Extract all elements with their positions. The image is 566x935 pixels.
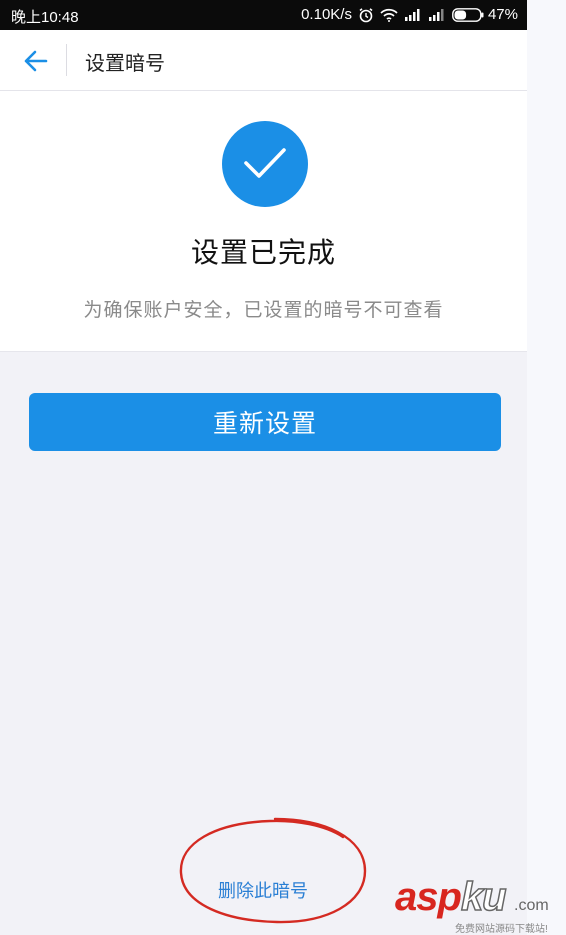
status-right: 0.10K/s 47% — [301, 6, 518, 23]
watermark-tagline: 免费网站源码下载站! — [455, 924, 548, 935]
wifi-icon — [380, 8, 398, 22]
annotation-circle — [179, 817, 367, 924]
checkmark-icon — [244, 148, 286, 178]
back-button[interactable] — [18, 46, 52, 76]
watermark-domain: .com — [514, 897, 549, 914]
alarm-icon — [358, 7, 374, 23]
phone-screen: 晚上10:48 0.10K/s 47% 设置暗号 设置已完成 为确保账户安全，已… — [0, 0, 527, 935]
result-hint: 为确保账户安全，已设置的暗号不可查看 — [83, 300, 444, 321]
battery-icon — [452, 7, 484, 22]
arrow-left-icon — [24, 50, 48, 72]
page-title: 设置暗号 — [85, 53, 165, 75]
result-title: 设置已完成 — [190, 237, 336, 268]
watermark-logo: aspku .com 免费网站源码下载站! — [392, 874, 562, 935]
net-speed: 0.10K/s — [301, 6, 352, 23]
battery-percent: 47% — [487, 6, 518, 23]
navbar-divider — [66, 44, 67, 76]
delete-area: 删除此暗号 — [175, 815, 375, 927]
battery-indicator: 47% — [452, 6, 518, 23]
signal-icon — [404, 8, 422, 21]
watermark-brand: aspku — [395, 874, 507, 920]
navbar: 设置暗号 — [0, 30, 527, 91]
status-time: 晚上10:48 — [11, 9, 79, 26]
status-bar: 晚上10:48 0.10K/s 47% — [0, 0, 527, 30]
signal-icon — [428, 8, 446, 21]
reset-button[interactable]: 重新设置 — [29, 393, 501, 451]
success-badge — [222, 121, 308, 207]
result-card: 设置已完成 为确保账户安全，已设置的暗号不可查看 — [0, 91, 527, 352]
delete-code-link[interactable]: 删除此暗号 — [218, 877, 308, 903]
